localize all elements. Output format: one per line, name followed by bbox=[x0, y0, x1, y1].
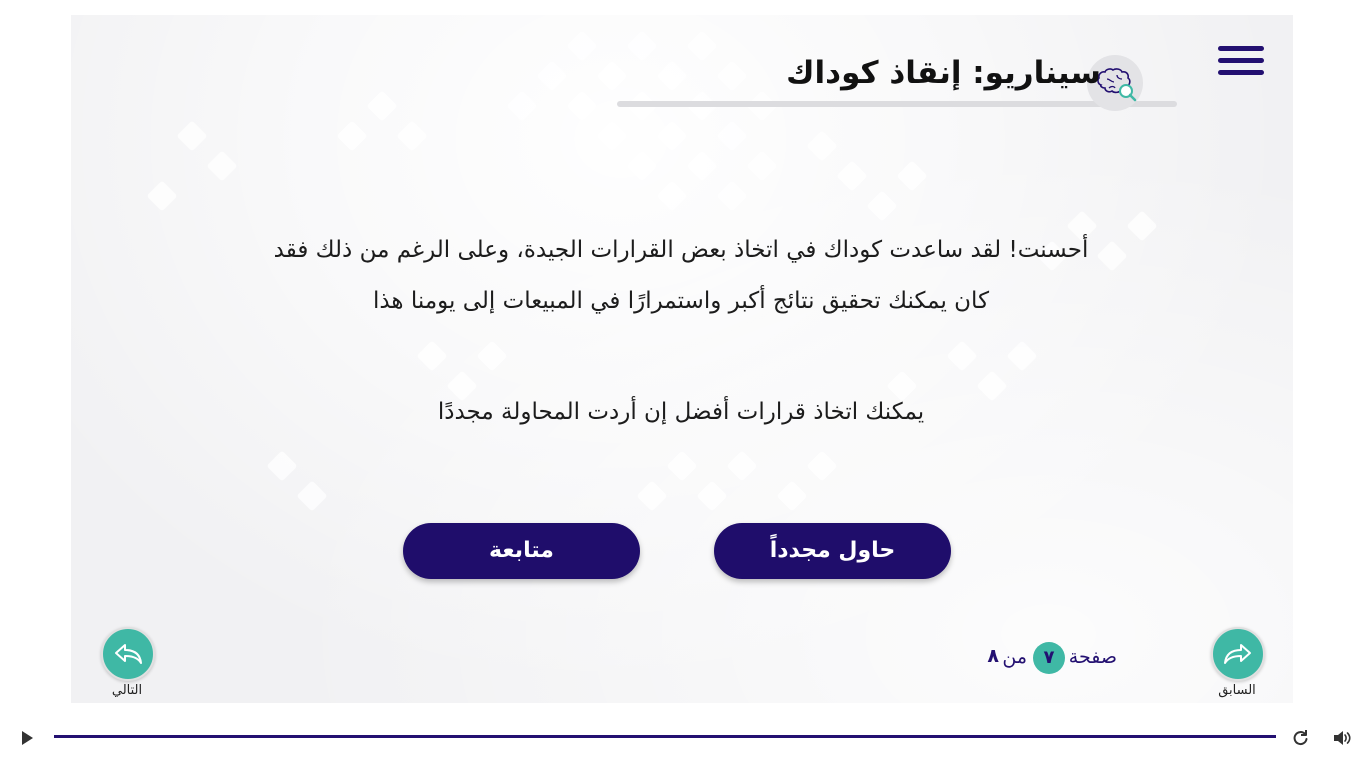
previous-button[interactable] bbox=[1211, 627, 1265, 681]
retry-hint-text: يمكنك اتخاذ قرارات أفضل إن أردت المحاولة… bbox=[437, 399, 925, 425]
retry-button[interactable]: حاول مجدداً bbox=[714, 523, 951, 579]
play-icon[interactable] bbox=[20, 730, 34, 746]
hamburger-menu-icon[interactable] bbox=[1218, 46, 1264, 76]
forward-arrow-icon bbox=[1224, 644, 1251, 664]
progress-bar[interactable] bbox=[54, 735, 1276, 738]
next-button[interactable] bbox=[101, 627, 155, 681]
reply-arrow-icon bbox=[115, 644, 142, 664]
current-page-badge: ٧ bbox=[1033, 642, 1065, 674]
of-word: من bbox=[1002, 646, 1027, 668]
continue-button[interactable]: متابعة bbox=[403, 523, 640, 579]
slide-canvas: سيناريو: إنقاذ كوداك أحسنت! لقد ساعدت كو… bbox=[71, 15, 1293, 703]
media-player-bar bbox=[0, 703, 1366, 767]
feedback-text-line-1: أحسنت! لقد ساعدت كوداك في اتخاذ بعض القر… bbox=[273, 237, 1089, 263]
page-title: سيناريو: إنقاذ كوداك bbox=[786, 55, 1101, 91]
total-pages: ٨ bbox=[987, 645, 999, 667]
page-indicator: صفحة ٧ من ٨ bbox=[977, 642, 1117, 674]
progress-fill bbox=[54, 735, 1276, 738]
page-word: صفحة bbox=[1068, 646, 1117, 668]
next-label: التالي bbox=[111, 683, 143, 698]
previous-label: السابق bbox=[1218, 683, 1256, 698]
page-header: سيناريو: إنقاذ كوداك bbox=[617, 53, 1177, 113]
feedback-text-line-2: كان يمكنك تحقيق نتائج أكبر واستمرارًا في… bbox=[372, 288, 990, 314]
volume-icon[interactable] bbox=[1332, 728, 1352, 748]
background-pattern bbox=[71, 15, 1293, 703]
replay-icon[interactable] bbox=[1290, 728, 1310, 748]
